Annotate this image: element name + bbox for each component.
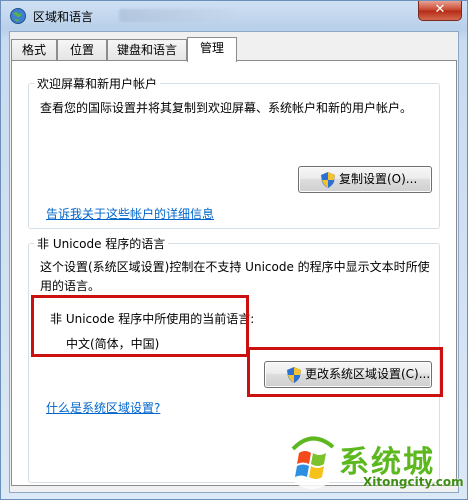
welcome-description: 查看您的国际设置并将其复制到欢迎屏幕、系统帐户和新的用户帐户。 (40, 101, 413, 115)
what-is-system-locale-link[interactable]: 什么是系统区域设置? (46, 399, 160, 416)
watermark-logo: 系统城 Xitongcity.com (269, 429, 465, 500)
close-button[interactable]: ✕ (418, 1, 462, 21)
watermark-url: Xitongcity.com (363, 475, 464, 489)
copy-settings-button[interactable]: 复制设置(O)... (298, 166, 432, 193)
window-title: 区域和语言 (33, 10, 94, 24)
tab-keyboards-languages[interactable]: 键盘和语言 (107, 39, 187, 61)
current-language-highlight (31, 295, 249, 357)
globe-icon (10, 8, 26, 24)
windows-flag-logo-icon (287, 436, 337, 489)
unicode-group-title: 非 Unicode 程序的语言 (34, 235, 169, 252)
title-bar[interactable]: 区域和语言 ✕ (1, 1, 467, 31)
welcome-group-title: 欢迎屏幕和新用户帐户 (34, 75, 161, 92)
tab-location[interactable]: 位置 (57, 39, 107, 61)
blurred-title-region (119, 9, 237, 22)
welcome-accounts-link[interactable]: 告诉我关于这些帐户的详细信息 (46, 205, 214, 222)
dialog-window: 区域和语言 ✕ 格式 位置 键盘和语言 管理 欢迎屏幕和新用户帐户 查看您的国际… (0, 0, 468, 500)
copy-settings-label: 复制设置(O)... (339, 172, 418, 186)
tab-administrative[interactable]: 管理 (187, 37, 237, 62)
unicode-description-line2: 用的语言。 (40, 279, 101, 293)
unicode-description-line1: 这个设置(系统区域设置)控制在不支持 Unicode 的程序中显示文本时所使 (40, 260, 430, 274)
tab-formats[interactable]: 格式 (11, 39, 57, 61)
administrative-panel: 欢迎屏幕和新用户帐户 查看您的国际设置并将其复制到欢迎屏幕、系统帐户和新的用户帐… (11, 60, 457, 486)
change-locale-highlight (247, 347, 443, 397)
uac-shield-icon (321, 172, 335, 188)
